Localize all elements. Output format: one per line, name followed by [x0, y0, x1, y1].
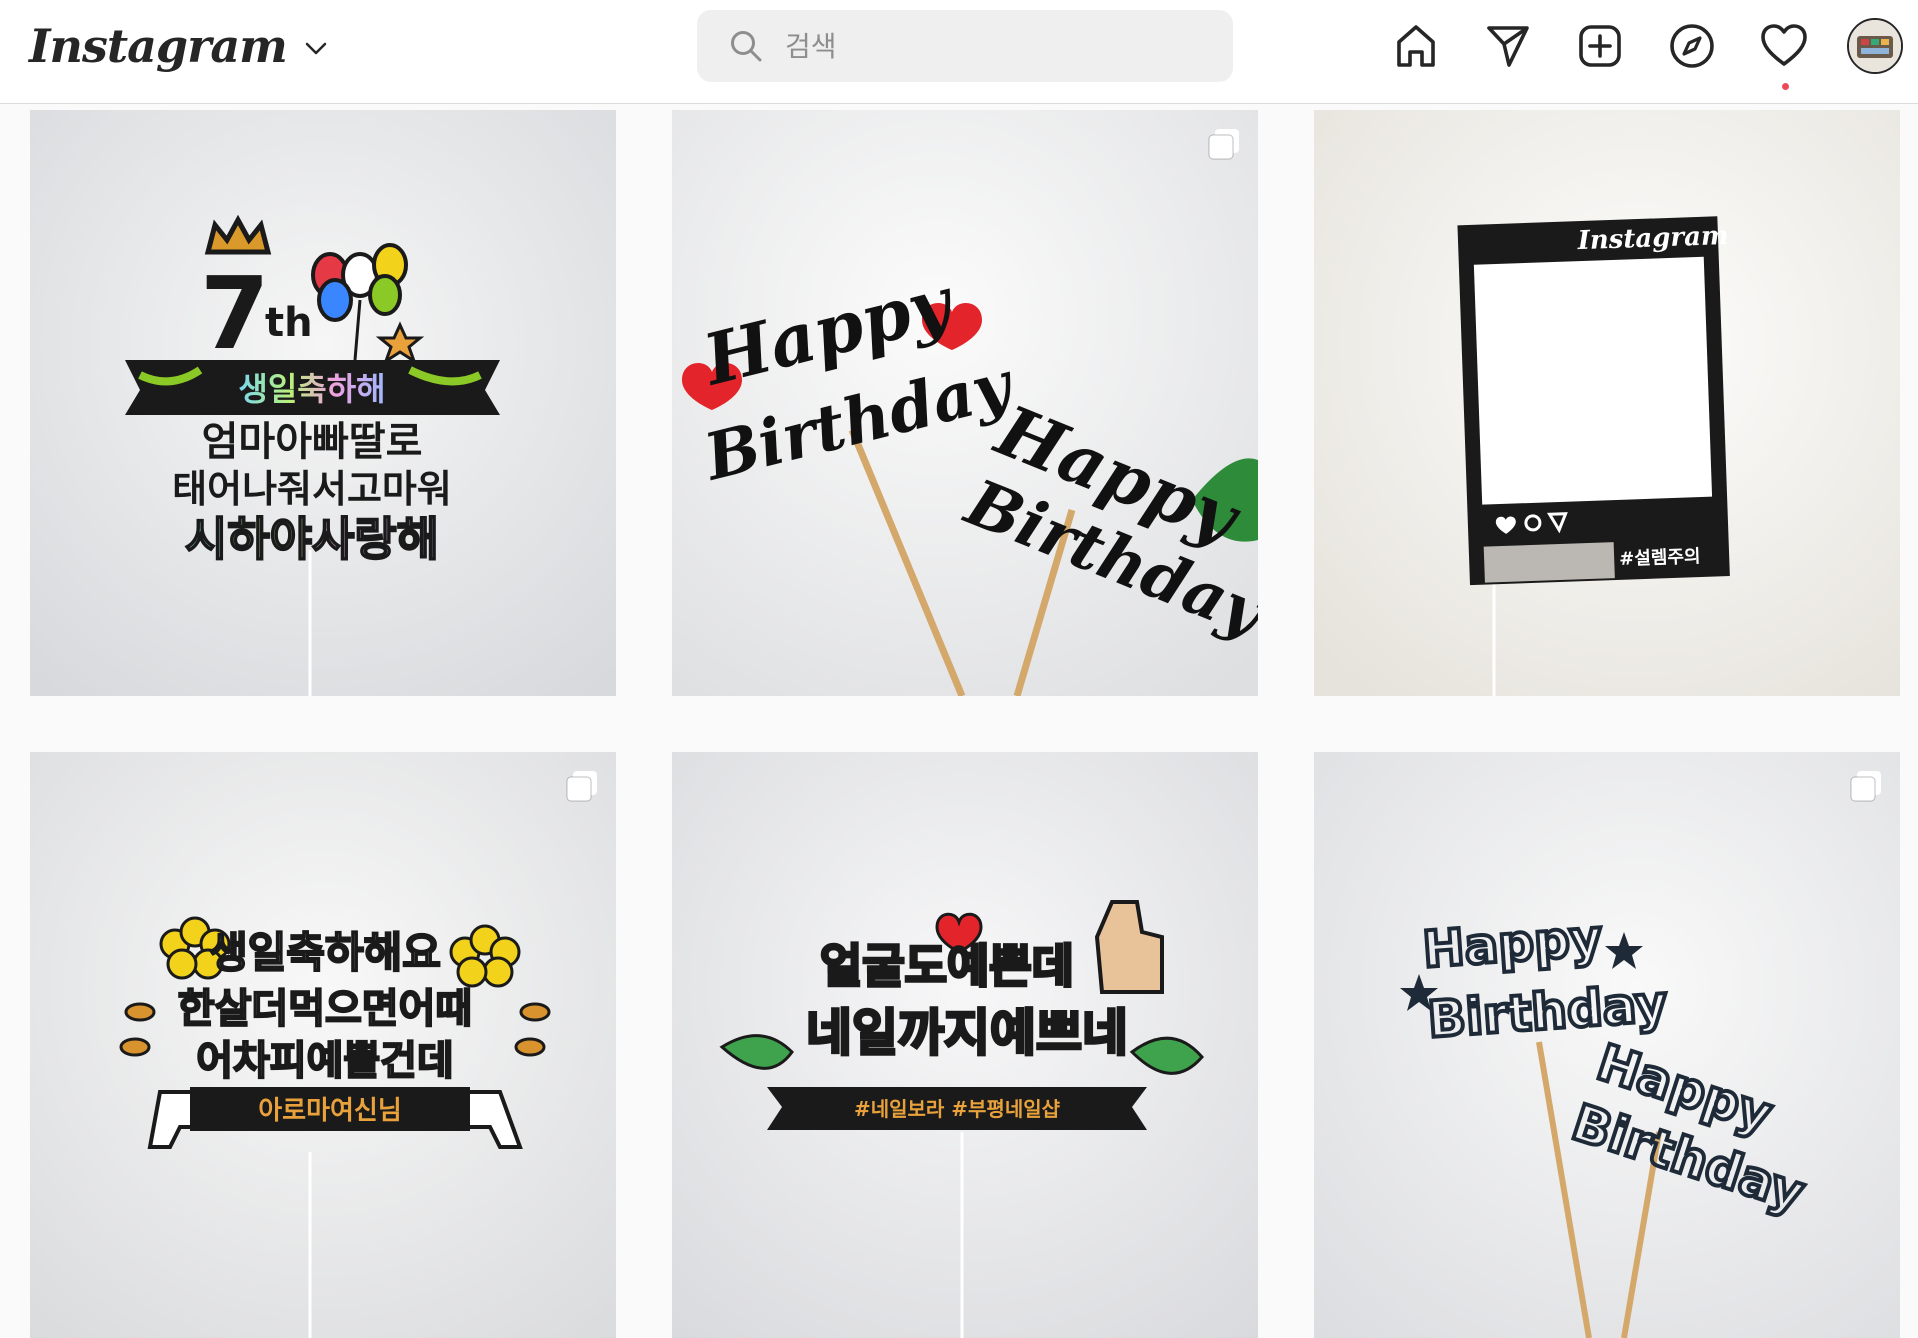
post-tile-2[interactable]: Happy Birthday Happy Birthday [672, 110, 1258, 696]
post-image: 7 th 생일축하해 엄마아빠딸로 태어나줘서고마워 시하야사랑해 [30, 110, 616, 696]
paper-plane-icon [1487, 26, 1529, 67]
topper-line-1: 엄마아빠딸로 [202, 419, 423, 465]
topper-banner: 아로마여신님 [258, 1096, 402, 1126]
carousel-icon [1208, 129, 1239, 160]
frame-caption: #설렘주의 [1619, 546, 1701, 570]
carousel-icon [566, 771, 597, 802]
heart-icon [1761, 24, 1807, 66]
notification-dot [1782, 83, 1789, 90]
post-tile-1[interactable]: 7 th 생일축하해 엄마아빠딸로 태어나줘서고마워 시하야사랑해 [30, 110, 616, 696]
activity-button[interactable] [1758, 20, 1810, 72]
topper-line-2: 한살더먹으면어때 [178, 986, 472, 1032]
post-tile-4[interactable]: 생일축하해요 한살더먹으면어때 어차피예쁠건데 아로마여신님 [30, 752, 616, 1338]
explore-button[interactable] [1666, 20, 1718, 72]
post-image: Happy Birthday Happy Birthday [672, 110, 1258, 696]
carousel-icon [1850, 771, 1881, 802]
instagram-logo[interactable]: Instagram [29, 23, 288, 69]
post-image: 생일축하해요 한살더먹으면어때 어차피예쁠건데 아로마여신님 [30, 752, 616, 1338]
chevron-down-icon[interactable] [305, 42, 327, 56]
search-input[interactable] [783, 15, 1227, 77]
direct-messages-button[interactable] [1482, 20, 1534, 72]
post-tile-5[interactable]: 얼굴도예쁜데 네일까지예쁘네 #네일보라 #부평네일샵 [672, 752, 1258, 1338]
profile-avatar[interactable] [1847, 18, 1903, 74]
topper-line-1: 생일축하해요 [209, 928, 441, 977]
avatar-image [1849, 20, 1901, 72]
topper-line-1: 얼굴도예쁜데 [820, 939, 1074, 993]
search-icon [729, 29, 763, 63]
topper-suffix: th [265, 300, 313, 346]
topper-line-3: 시하야사랑해 [185, 512, 439, 566]
search-box[interactable] [697, 10, 1233, 82]
topper-line-2: 태어나줘서고마워 [172, 467, 452, 511]
post-image: Happy Birthday Happy Birthday [1314, 752, 1900, 1338]
new-post-button[interactable] [1574, 20, 1626, 72]
topper-line-2: 네일까지예쁘네 [806, 1004, 1128, 1062]
post-image: Instagram #설렘주의 [1314, 110, 1900, 696]
post-tile-3[interactable]: Instagram #설렘주의 [1314, 110, 1900, 696]
compass-icon [1670, 24, 1714, 68]
topper-banner: 생일축하해 [238, 370, 385, 408]
plus-square-icon [1579, 25, 1621, 67]
home-icon [1397, 25, 1435, 67]
topper-banner: #네일보라 #부평네일샵 [854, 1097, 1061, 1121]
instagram-logo-switcher[interactable]: Instagram [29, 14, 327, 78]
frame-logo: Instagram [1576, 221, 1729, 256]
top-navigation-bar: Instagram [0, 0, 1918, 104]
post-tile-6[interactable]: Happy Birthday Happy Birthday [1314, 752, 1900, 1338]
post-image: 얼굴도예쁜데 네일까지예쁘네 #네일보라 #부평네일샵 [672, 752, 1258, 1338]
topper-line-3: 어차피예쁠건데 [196, 1038, 454, 1084]
topper-number: 7 [200, 255, 270, 372]
home-button[interactable] [1390, 20, 1442, 72]
